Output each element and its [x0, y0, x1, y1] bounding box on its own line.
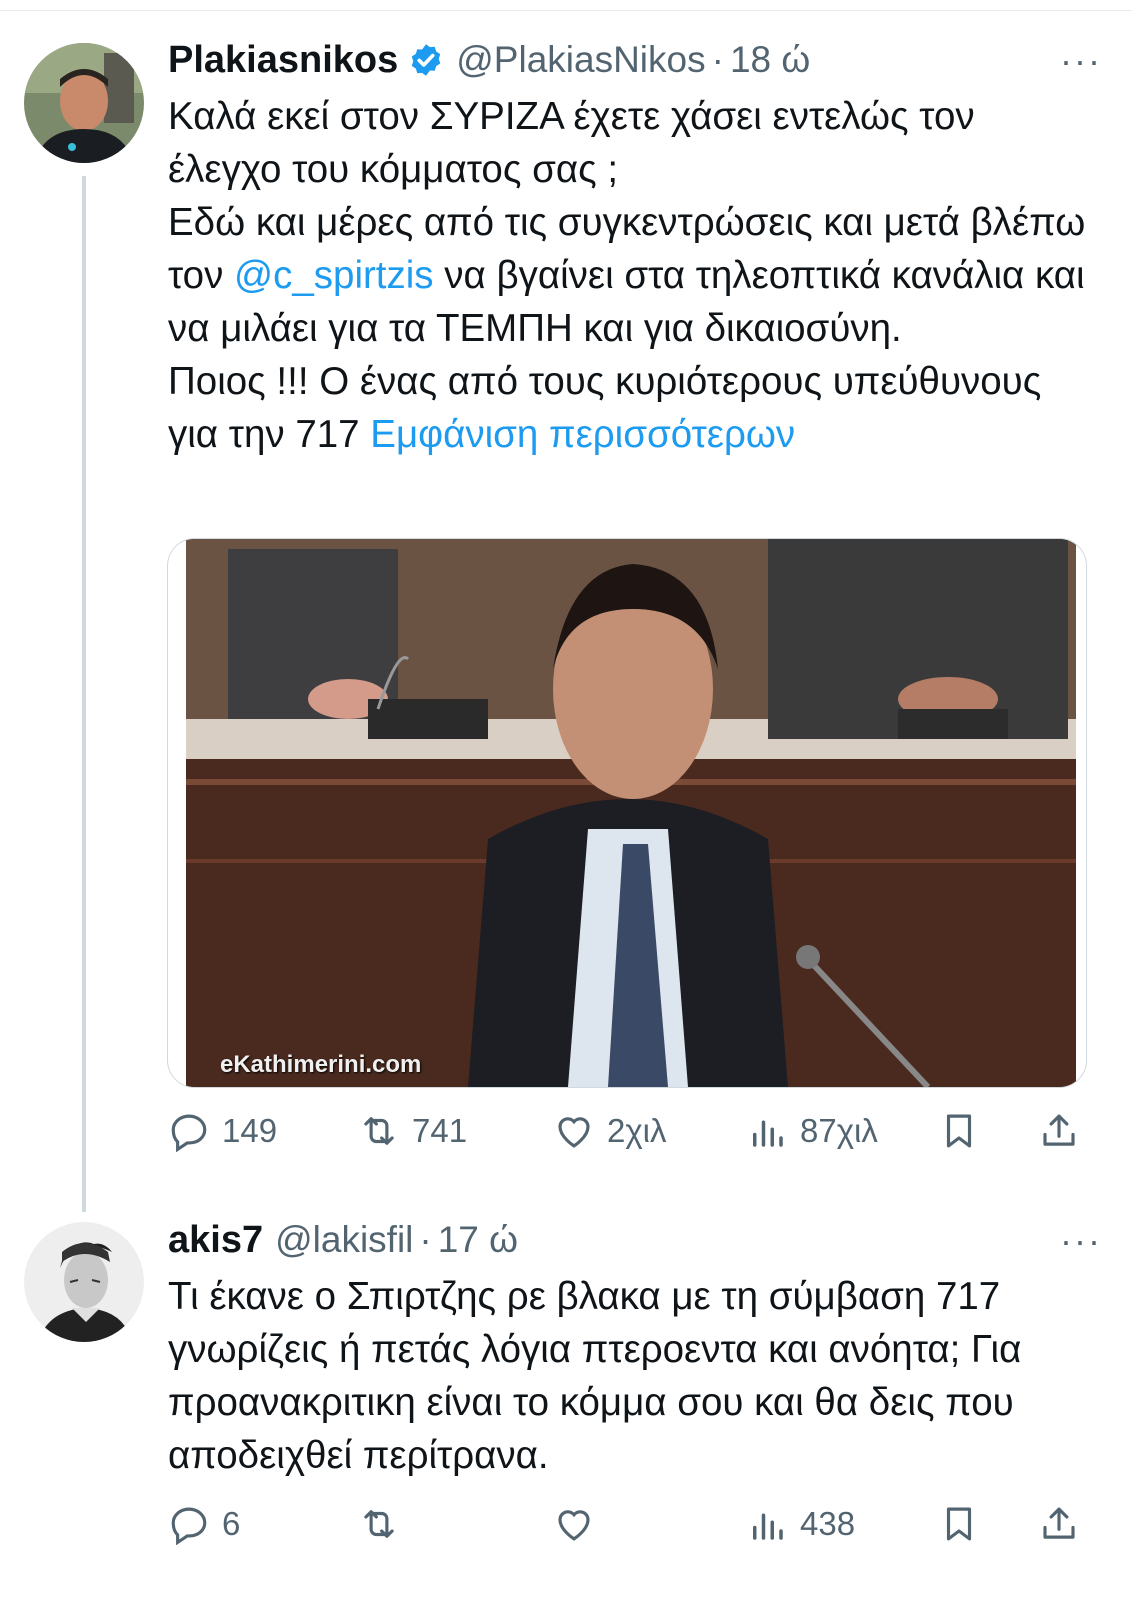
reply-count: 149: [222, 1112, 278, 1149]
retweet-icon: [364, 1510, 394, 1538]
mention-link[interactable]: @c_spirtzis: [234, 254, 434, 297]
tweet-time[interactable]: 17 ώ: [438, 1219, 518, 1261]
more-icon[interactable]: ···: [1060, 40, 1102, 82]
tweet-1-header: Plakiasnikos @PlakiasNikos · 18 ώ: [168, 36, 810, 84]
tweet-2-header: akis7 @lakisfil · 17 ώ: [168, 1216, 518, 1264]
author-name[interactable]: Plakiasnikos: [168, 39, 398, 82]
tweet-time[interactable]: 18 ώ: [730, 39, 810, 81]
reply-button[interactable]: 149: [168, 1106, 277, 1156]
retweet-icon: [364, 1117, 394, 1145]
views-count: 438: [800, 1505, 856, 1542]
avatar-plakiasnikos[interactable]: [24, 43, 144, 163]
share-button[interactable]: [1038, 1106, 1080, 1156]
bookmark-icon: [946, 1114, 972, 1148]
views-icon: [753, 1513, 783, 1540]
tweet-1-text: Καλά εκεί στον ΣΥΡΙΖΑ έχετε χάσει εντελώ…: [168, 90, 1098, 461]
author-handle[interactable]: @lakisfil: [275, 1219, 413, 1261]
avatar-akis7[interactable]: [24, 1222, 144, 1342]
retweet-count: 741: [412, 1112, 468, 1149]
media-watermark: eKathimerini.com: [220, 1051, 422, 1078]
tweet-1[interactable]: Plakiasnikos @PlakiasNikos · 18 ώ ··· Κα…: [0, 0, 1132, 1212]
bookmark-button[interactable]: [938, 1499, 980, 1549]
text-paragraph-3: Ποιος !!! Ο ένας από τους κυριότερους υπ…: [168, 355, 1098, 461]
text-paragraph-2: Εδώ και μέρες από τις συγκεντρώσεις και …: [168, 196, 1098, 355]
views-count: 87χιλ: [800, 1112, 878, 1149]
text-paragraph: Τι έκανε ο Σπιρτζης ρε βλακα με τη σύμβα…: [168, 1275, 1022, 1477]
reply-icon: [171, 1507, 207, 1545]
tweet-media-image[interactable]: eKathimerini.com: [167, 538, 1087, 1088]
text-paragraph-1: Καλά εκεί στον ΣΥΡΙΖΑ έχετε χάσει εντελώ…: [168, 95, 975, 191]
tweet-2-actions: 6 438: [168, 1499, 1088, 1549]
reply-count: 6: [222, 1505, 241, 1542]
tweet-1-actions: 149 741 2χιλ 87χιλ: [168, 1106, 1088, 1156]
share-button[interactable]: [1038, 1499, 1080, 1549]
views-button[interactable]: 87χιλ: [746, 1106, 878, 1156]
tweet-2-text: Τι έκανε ο Σπιρτζης ρε βλακα με τη σύμβα…: [168, 1270, 1098, 1482]
separator-dot: ·: [711, 39, 724, 80]
like-count: 2χιλ: [607, 1112, 667, 1149]
more-icon[interactable]: ···: [1060, 1220, 1102, 1262]
bookmark-button[interactable]: [938, 1106, 980, 1156]
verified-badge-icon: [408, 42, 444, 78]
bookmark-icon: [946, 1507, 972, 1541]
thread-connector-line: [82, 176, 86, 1212]
reply-button[interactable]: 6: [168, 1499, 240, 1549]
like-button[interactable]: [553, 1499, 595, 1549]
share-icon: [1043, 1114, 1075, 1146]
media-photo: [186, 539, 1076, 1087]
share-icon: [1043, 1507, 1075, 1539]
like-icon: [558, 1117, 590, 1148]
author-handle[interactable]: @PlakiasNikos: [456, 39, 705, 81]
retweet-button[interactable]: 741: [358, 1106, 467, 1156]
tweet-2[interactable]: akis7 @lakisfil · 17 ώ ··· Τι έκανε ο Σπ…: [0, 1210, 1132, 1600]
like-button[interactable]: 2χιλ: [553, 1106, 667, 1156]
views-icon: [753, 1120, 783, 1147]
like-icon: [558, 1510, 590, 1541]
separator-dot: ·: [419, 1219, 432, 1260]
show-more-link[interactable]: Εμφάνιση περισσότερων: [370, 413, 795, 456]
retweet-button[interactable]: [358, 1499, 400, 1549]
reply-icon: [171, 1114, 207, 1152]
author-name[interactable]: akis7: [168, 1219, 263, 1262]
views-button[interactable]: 438: [746, 1499, 855, 1549]
